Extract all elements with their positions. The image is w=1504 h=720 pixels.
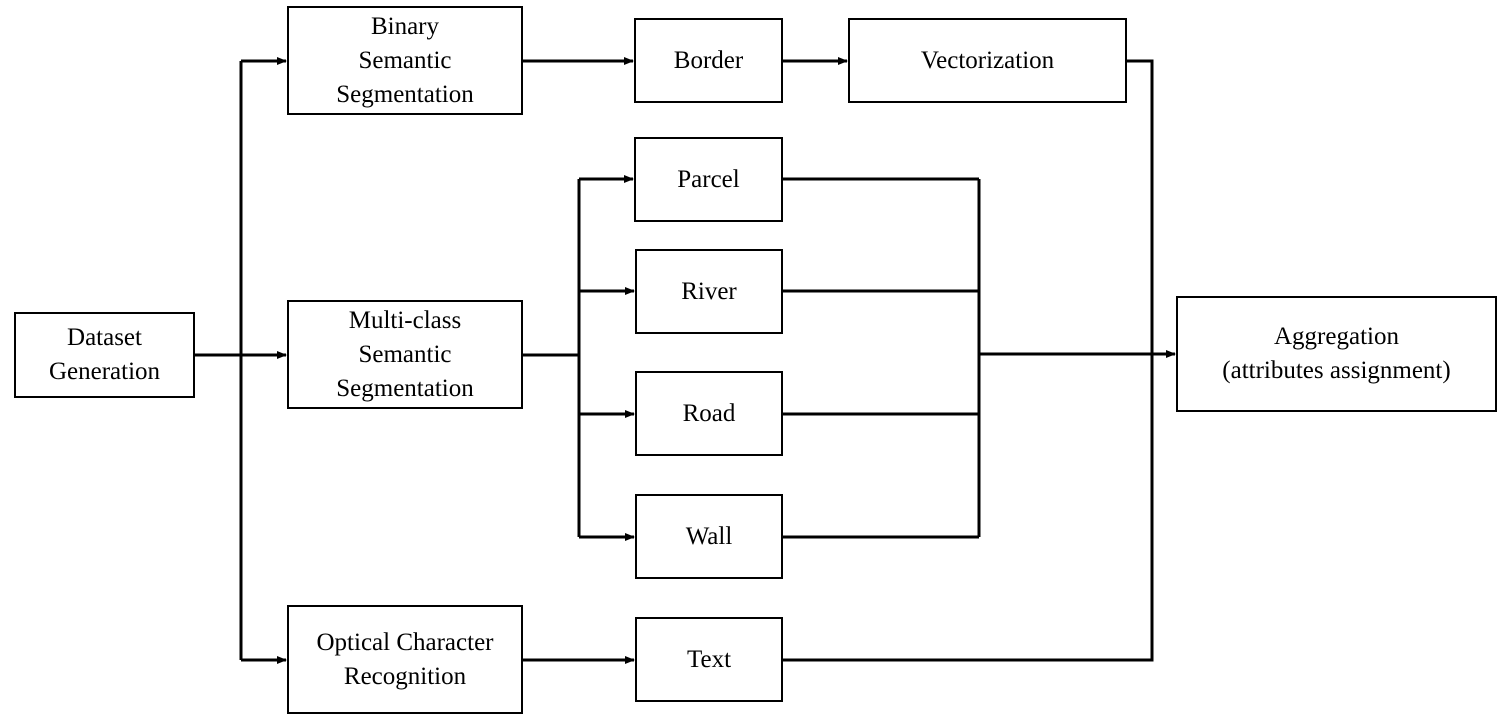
node-multiclass-semantic-segmentation: Multi-class Semantic Segmentation	[287, 300, 523, 409]
edge-vector-agg	[783, 59, 1154, 662]
node-parcel: Parcel	[634, 137, 783, 222]
node-vectorization: Vectorization	[848, 18, 1127, 103]
node-river: River	[635, 249, 783, 334]
node-border: Border	[634, 18, 783, 103]
node-road: Road	[635, 371, 783, 456]
node-binary-semantic-segmentation: Binary Semantic Segmentation	[287, 6, 523, 115]
node-aggregation: Aggregation (attributes assignment)	[1176, 296, 1497, 412]
node-optical-character-recognition: Optical Character Recognition	[287, 605, 523, 714]
node-dataset-generation: Dataset Generation	[14, 312, 195, 398]
node-text: Text	[635, 617, 783, 702]
node-wall: Wall	[635, 494, 783, 579]
